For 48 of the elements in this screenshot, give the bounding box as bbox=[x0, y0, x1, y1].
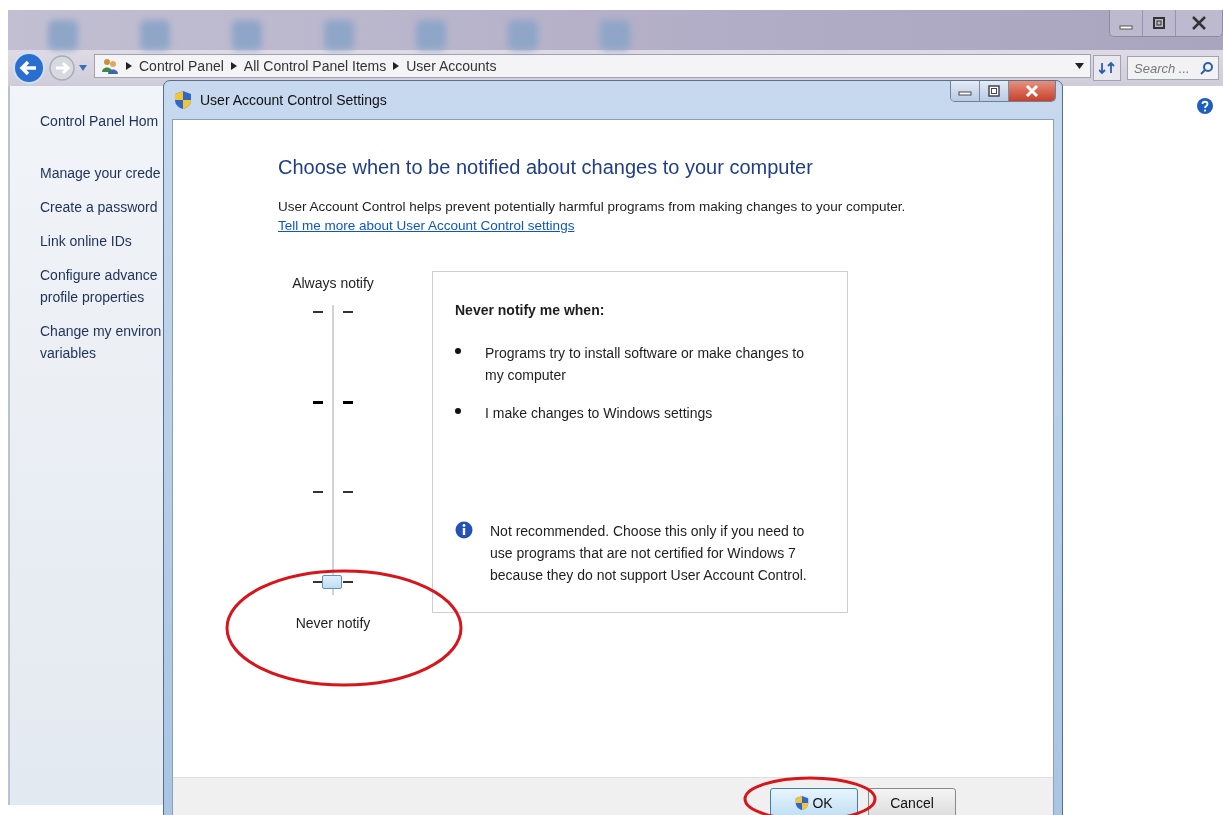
refresh-button[interactable] bbox=[1093, 55, 1121, 81]
blurred-app-icon bbox=[232, 20, 262, 50]
info-panel-title: Never notify me when: bbox=[455, 302, 606, 318]
blurred-app-icon bbox=[508, 20, 538, 50]
recent-pages-caret-icon[interactable] bbox=[78, 64, 88, 72]
back-button[interactable] bbox=[12, 51, 46, 85]
bullet-text: Programs try to install software or make changes to my computer bbox=[485, 344, 805, 385]
slider-top-label: Always notify bbox=[292, 275, 374, 291]
breadcrumb-arrow-icon bbox=[126, 62, 132, 70]
bullet-icon bbox=[455, 408, 461, 414]
cancel-button[interactable]: Cancel bbox=[868, 788, 956, 815]
maximize-icon bbox=[988, 85, 1000, 97]
blurred-app-icon bbox=[324, 20, 354, 50]
slider-bottom-label: Never notify bbox=[295, 615, 371, 631]
help-icon[interactable] bbox=[1197, 98, 1213, 114]
blurred-app-icon bbox=[140, 20, 170, 50]
breadcrumb-arrow-icon bbox=[230, 62, 237, 70]
restore-icon bbox=[1152, 16, 1166, 30]
warning-note: Not recommended. Choose this only if you need to use programs that are not certified for Windows 7 because they do not support User Account Control. bbox=[490, 522, 808, 585]
close-icon bbox=[1024, 84, 1040, 98]
search-icon bbox=[1200, 61, 1214, 75]
shield-icon bbox=[795, 795, 810, 811]
minimize-icon bbox=[1119, 24, 1133, 30]
breadcrumb-arrow-icon bbox=[393, 62, 400, 70]
info-icon bbox=[455, 521, 473, 539]
maximize-button[interactable] bbox=[980, 81, 1009, 101]
close-icon bbox=[1191, 15, 1207, 31]
refresh-icon bbox=[1099, 61, 1115, 75]
dialog-title: User Account Control Settings bbox=[200, 92, 387, 108]
dialog-heading: Choose when to be notified about changes to your computer bbox=[278, 156, 814, 179]
close-button[interactable] bbox=[1009, 81, 1055, 101]
address-dropdown-caret-icon[interactable] bbox=[1075, 63, 1084, 69]
breadcrumb-link[interactable]: User Accounts bbox=[406, 58, 497, 74]
shield-icon bbox=[174, 90, 192, 110]
address-bar[interactable]: Control Panel All Control Panel Items User Accounts bbox=[94, 54, 1091, 78]
description-text: User Account Control helps prevent potentially harmful programs from making changes to your computer. bbox=[278, 199, 907, 214]
slider-thumb[interactable] bbox=[322, 575, 342, 589]
blurred-app-icon bbox=[48, 20, 78, 50]
ok-button[interactable]: OK bbox=[770, 788, 858, 815]
bullet-text: I make changes to Windows settings bbox=[485, 404, 714, 423]
learn-more-link[interactable]: Tell me more about User Account Control settings bbox=[278, 218, 575, 233]
blurred-app-icon bbox=[600, 20, 630, 50]
users-icon bbox=[101, 57, 119, 75]
breadcrumb-link[interactable]: Control Panel bbox=[139, 58, 224, 74]
search-field[interactable]: Search ... bbox=[1127, 56, 1219, 80]
blurred-app-icon bbox=[416, 20, 446, 50]
bullet-icon bbox=[455, 348, 461, 354]
breadcrumb-link[interactable]: All Control Panel Items bbox=[243, 58, 387, 74]
